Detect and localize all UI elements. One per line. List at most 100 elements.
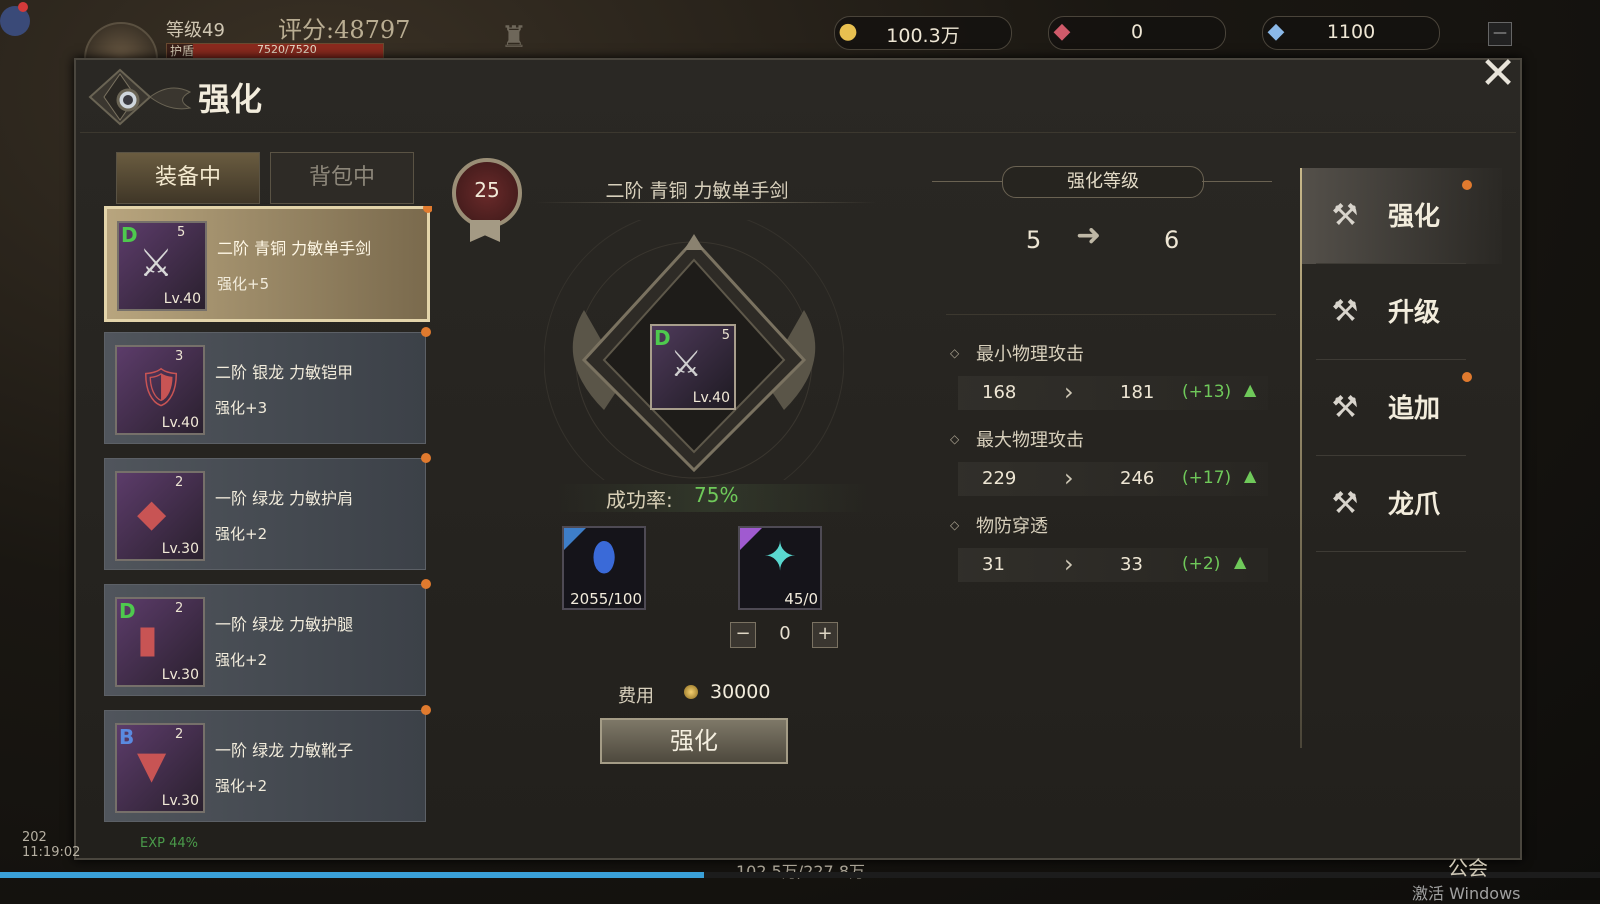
list-item-leggings[interactable]: D 2 ▮ Lv.30 一阶 绿龙 力敏护腿 强化+2 <box>104 579 431 696</box>
item-name: 二阶 银龙 力敏铠甲 <box>215 363 354 382</box>
notification-dot <box>421 705 431 715</box>
currency-gold-value: 100.3万 <box>886 25 960 47</box>
item-level: Lv.40 <box>692 390 730 406</box>
cost-value: 30000 <box>710 681 771 703</box>
menu-separator <box>1316 551 1466 552</box>
armor-icon: 🛡 <box>137 365 186 409</box>
item-name: 二阶 青铜 力敏单手剑 <box>217 239 372 258</box>
list-item-armor[interactable]: 3 🛡 Lv.40 二阶 银龙 力敏铠甲 强化+3 <box>104 327 431 444</box>
stat-row-max-attack: 229 › 246 (+17) ▲ <box>958 462 1268 496</box>
success-rate-label: 成功率: <box>606 488 673 512</box>
top-status-bar: 等级49 评分:48797 护盾 7520/7520 ♜ ● 100.3万 ◆ … <box>0 0 1600 96</box>
item-enhance: 强化+2 <box>215 651 268 669</box>
menu-dragon-claw[interactable]: ⚒ 龙爪 <box>1302 456 1502 552</box>
menu-label: 升级 <box>1388 298 1441 328</box>
list-item-sword[interactable]: D 5 ⚔ Lv.40 二阶 青铜 力敏单手剑 强化+5 <box>104 206 432 322</box>
selected-item-title: 二阶 青铜 力敏单手剑 <box>605 180 789 202</box>
exp-bar <box>0 872 1600 878</box>
arrow-right-icon: ➜ <box>1076 218 1102 253</box>
material-slot-gem[interactable]: ⬮ 2055/100 <box>562 526 646 610</box>
enhance-level-title: 强化等级 <box>1002 166 1204 198</box>
arrow-up-icon: ▲ <box>1244 466 1257 485</box>
list-item-shoulder[interactable]: 2 ◆ Lv.30 一阶 绿龙 力敏护肩 强化+2 <box>104 453 431 570</box>
stat-row-min-attack: 168 › 181 (+13) ▲ <box>958 376 1268 410</box>
item-grade: D <box>654 326 671 350</box>
currency-red-crystal[interactable]: ◆ 0 <box>1048 16 1226 50</box>
stat-to: 33 <box>1120 554 1143 575</box>
item-grade: B <box>119 725 135 749</box>
item-enhance: 强化+2 <box>215 525 268 543</box>
material-slot-crystal[interactable]: ✦ 45/0 <box>738 526 822 610</box>
level-to: 6 <box>1164 226 1180 254</box>
item-count: 2 <box>175 727 184 742</box>
stat-label-penetration: 物防穿透 <box>976 516 1048 537</box>
item-level: Lv.30 <box>161 541 199 557</box>
stat-row-penetration: 31 › 33 (+2) ▲ <box>958 548 1268 582</box>
time-value: 11:19:02 <box>22 845 81 860</box>
menu-upgrade[interactable]: ⚒ 升级 <box>1302 264 1502 360</box>
exp-text: 102.5万/227.8万 <box>736 858 865 882</box>
tab-inventory[interactable]: 背包中 <box>270 152 414 204</box>
title-underline <box>536 202 876 203</box>
stat-delta: (+13) <box>1182 382 1232 402</box>
item-name: 一阶 绿龙 力敏护腿 <box>215 615 354 634</box>
cyan-crystal-icon: ✦ <box>763 534 797 580</box>
anvil-icon: ⚒ <box>1331 198 1359 233</box>
item-enhance: 强化+5 <box>217 275 270 293</box>
stat-label-min-attack: 最小物理攻击 <box>976 344 1084 365</box>
currency-gold[interactable]: ● 100.3万 <box>834 16 1012 50</box>
guild-button[interactable]: 公会 <box>1448 852 1488 881</box>
close-icon[interactable]: ✕ <box>1474 50 1522 98</box>
decrease-button[interactable]: − <box>730 622 756 648</box>
diamond-bullet-icon: ◇ <box>950 346 960 360</box>
header-divider <box>80 132 1516 133</box>
success-rate-value: 75% <box>694 483 739 507</box>
enhance-button[interactable]: 强化 <box>600 718 788 764</box>
chevron-right-icon: › <box>1064 378 1074 406</box>
minimize-button[interactable]: — <box>1488 22 1512 46</box>
item-count: 5 <box>721 328 730 343</box>
header-line-left <box>932 181 1002 182</box>
item-thumbnail: 2 ◆ Lv.30 <box>115 471 205 561</box>
gold-coin-icon <box>684 685 698 699</box>
level-badge: 25 <box>452 158 522 228</box>
panel-title: 强化 <box>198 80 263 118</box>
windows-activation-text: 激活 Windows <box>1412 884 1521 903</box>
list-item-boots[interactable]: B 2 ▼ Lv.30 一阶 绿龙 力敏靴子 强化+2 <box>104 705 431 822</box>
currency-blue-crystal-value: 1100 <box>1326 21 1376 43</box>
menu-enhance[interactable]: ⚒ 强化 <box>1302 168 1502 264</box>
date-prefix: 202 <box>22 830 47 845</box>
player-level: 等级49 <box>166 20 225 41</box>
stepper-value[interactable]: 0 <box>770 623 800 644</box>
increase-button[interactable]: + <box>812 622 838 648</box>
tab-equipped[interactable]: 装备中 <box>116 152 260 204</box>
stat-delta: (+17) <box>1182 468 1232 488</box>
item-name: 一阶 绿龙 力敏靴子 <box>215 741 354 760</box>
menu-label: 强化 <box>1388 202 1441 232</box>
selected-item-thumbnail: D 5 ⚔ Lv.40 <box>650 324 736 410</box>
item-thumbnail: D 5 ⚔ Lv.40 <box>117 221 207 311</box>
notification-dot <box>421 327 431 337</box>
sword-icon: ⚔ <box>670 344 703 385</box>
player-score: 评分:48797 <box>278 16 411 44</box>
item-thumbnail: 3 🛡 Lv.40 <box>115 345 205 435</box>
exp-bar-fill <box>0 872 704 878</box>
enhance-level-header: 强化等级 <box>932 162 1272 198</box>
currency-blue-crystal[interactable]: ◆ 1100 <box>1262 16 1440 50</box>
notification-dot <box>421 453 431 463</box>
item-level: Lv.40 <box>161 415 199 431</box>
item-thumbnail: D 2 ▮ Lv.30 <box>115 597 205 687</box>
castle-icon[interactable]: ♜ <box>492 20 536 56</box>
stat-from: 31 <box>982 554 1005 575</box>
enhance-panel: 强化 ✕ 装备中 背包中 D 5 ⚔ Lv.40 二阶 青铜 力敏单手剑 强化+… <box>74 50 1522 860</box>
notification-dot <box>1462 180 1472 190</box>
notification-dot <box>421 579 431 589</box>
anvil-icon: ⚒ <box>1331 294 1359 329</box>
menu-append[interactable]: ⚒ 追加 <box>1302 360 1502 456</box>
chevron-right-icon: › <box>1064 550 1074 578</box>
stat-delta: (+2) <box>1182 554 1221 574</box>
sword-icon: ⚔ <box>139 241 174 285</box>
equipment-list[interactable]: D 5 ⚔ Lv.40 二阶 青铜 力敏单手剑 强化+5 3 🛡 Lv.40 二… <box>102 206 432 856</box>
diamond-bullet-icon: ◇ <box>950 432 960 446</box>
system-menu-icon[interactable] <box>0 0 34 70</box>
